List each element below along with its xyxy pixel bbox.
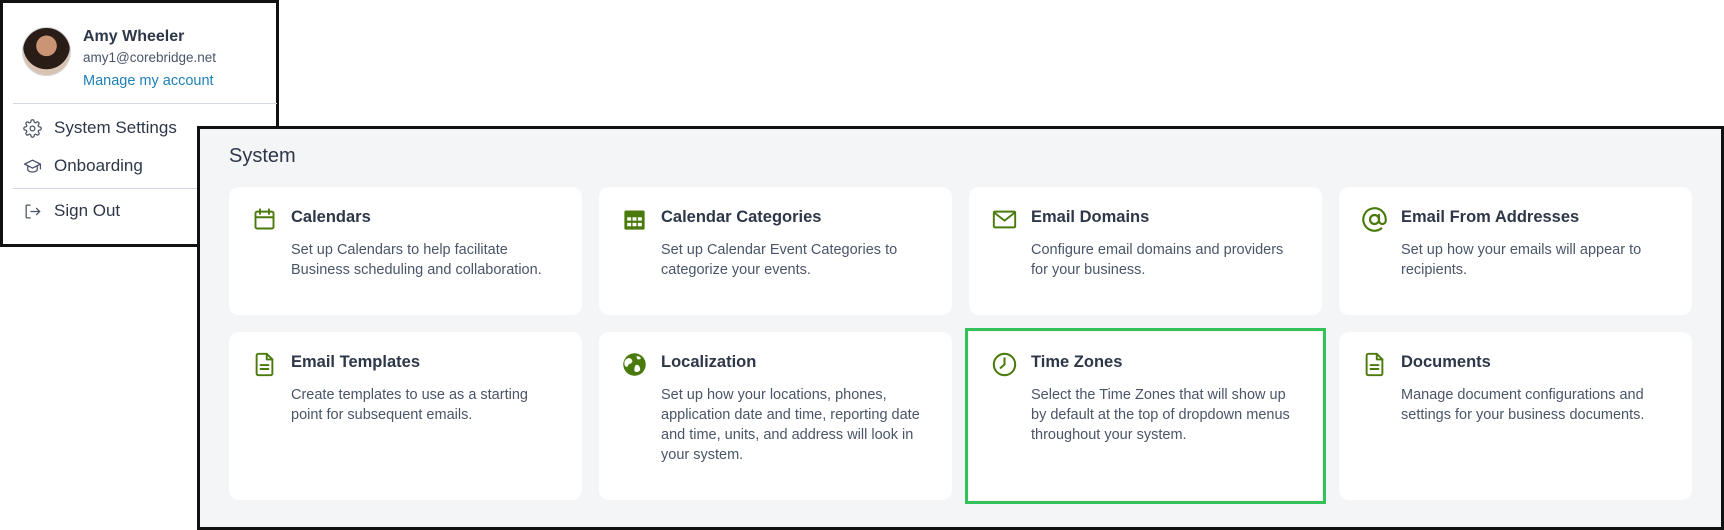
account-info: Amy Wheeler amy1@corebridge.net Manage m… <box>83 27 216 91</box>
card-title: Email Templates <box>291 353 420 371</box>
menu-item-onboarding[interactable]: Onboarding <box>23 156 143 176</box>
calendar-grid-icon <box>621 206 648 233</box>
manage-account-link[interactable]: Manage my account <box>83 71 216 91</box>
menu-item-label: Sign Out <box>54 201 121 220</box>
menu-item-sign-out[interactable]: Sign Out <box>23 201 120 221</box>
envelope-icon <box>991 206 1018 233</box>
card-email-from-addresses[interactable]: Email From Addresses Set up how your ema… <box>1339 187 1692 315</box>
card-time-zones[interactable]: Time Zones Select the Time Zones that wi… <box>965 328 1326 504</box>
system-settings-panel: System Calendars Set up Calendars to hel… <box>197 126 1724 530</box>
menu-item-system-settings[interactable]: System Settings <box>23 118 177 138</box>
card-title: Localization <box>661 353 757 371</box>
card-description: Set up Calendar Event Categories to cate… <box>661 242 898 278</box>
globe-icon <box>621 351 648 378</box>
clock-icon <box>991 351 1018 378</box>
menu-divider <box>13 103 277 104</box>
menu-item-label: Onboarding <box>54 156 143 175</box>
card-calendar-categories[interactable]: Calendar Categories Set up Calendar Even… <box>599 187 952 315</box>
card-email-templates[interactable]: Email Templates Create templates to use … <box>229 332 582 500</box>
avatar <box>22 27 71 76</box>
card-email-domains[interactable]: Email Domains Configure email domains an… <box>969 187 1322 315</box>
card-localization[interactable]: Localization Set up how your locations, … <box>599 332 952 500</box>
account-header: Amy Wheeler amy1@corebridge.net Manage m… <box>22 27 216 91</box>
user-name: Amy Wheeler <box>83 28 185 45</box>
user-email: amy1@corebridge.net <box>83 50 217 65</box>
card-description: Configure email domains and providers fo… <box>1031 242 1284 278</box>
card-description: Manage document configurations and setti… <box>1401 387 1645 423</box>
gear-icon <box>23 118 42 138</box>
card-description: Set up Calendars to help facilitate Busi… <box>291 242 542 278</box>
card-description: Select the Time Zones that will show up … <box>1031 387 1290 443</box>
card-calendars[interactable]: Calendars Set up Calendars to help facil… <box>229 187 582 315</box>
page-title: System <box>229 145 296 167</box>
card-description: Set up how your emails will appear to re… <box>1401 242 1642 278</box>
document-icon <box>1361 351 1388 378</box>
card-title: Calendars <box>291 208 371 226</box>
card-description: Create templates to use as a starting po… <box>291 387 528 423</box>
card-title: Time Zones <box>1031 353 1123 371</box>
menu-item-label: System Settings <box>54 118 177 137</box>
card-documents[interactable]: Documents Manage document configurations… <box>1339 332 1692 500</box>
card-title: Documents <box>1401 353 1491 371</box>
at-sign-icon <box>1361 206 1388 233</box>
card-title: Calendar Categories <box>661 208 822 226</box>
calendar-icon <box>251 206 278 233</box>
document-icon <box>251 351 278 378</box>
card-title: Email Domains <box>1031 208 1150 226</box>
graduation-cap-icon <box>23 159 42 173</box>
sign-out-icon <box>25 204 41 218</box>
card-title: Email From Addresses <box>1401 208 1580 226</box>
card-description: Set up how your locations, phones, appli… <box>661 387 920 463</box>
